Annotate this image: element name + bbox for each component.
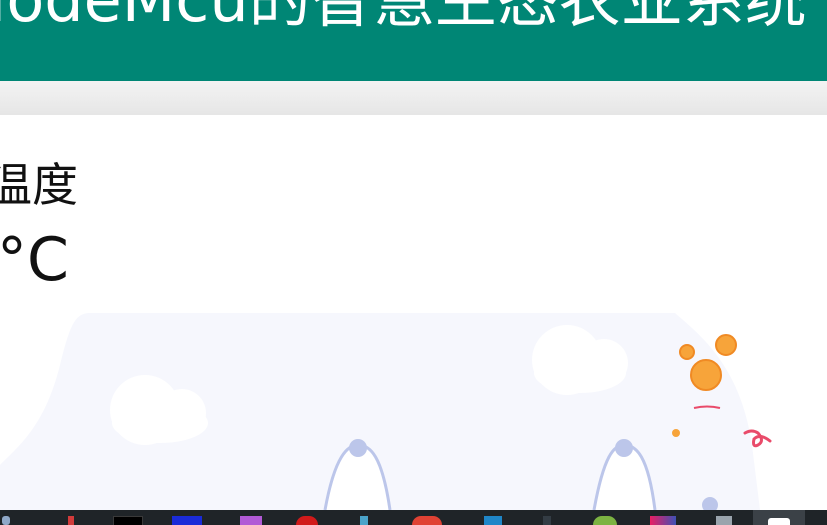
app-window: NodeMcu的智慧生态农业系统 温度 °C [0,0,827,525]
red-round-app-icon[interactable] [412,516,442,525]
red-circle-app-icon[interactable] [296,516,318,525]
tray-app-icon[interactable] [716,516,732,525]
blue-app-icon[interactable] [172,516,202,525]
taskbar [0,510,827,525]
active-window-glyph [768,518,790,525]
page-title: NodeMcu的智慧生态农业系统 [0,0,807,40]
decorative-illustration [0,313,772,510]
page-header: NodeMcu的智慧生态农业系统 [0,0,827,81]
red-app-icon[interactable] [68,516,74,525]
dark-app-icon[interactable] [543,516,551,525]
blue-diamond-app-icon[interactable] [484,516,502,525]
start-icon[interactable] [2,516,10,525]
green-circle-app-icon[interactable] [593,516,617,525]
header-subbar [0,81,827,116]
black-app-icon[interactable] [113,516,143,525]
purple-app-icon[interactable] [240,516,262,525]
main-content: 温度 °C [0,115,827,510]
play-app-icon[interactable] [360,516,368,525]
multicolor-app-icon[interactable] [650,516,676,525]
temperature-unit: °C [0,225,69,295]
temperature-label: 温度 [0,158,78,212]
